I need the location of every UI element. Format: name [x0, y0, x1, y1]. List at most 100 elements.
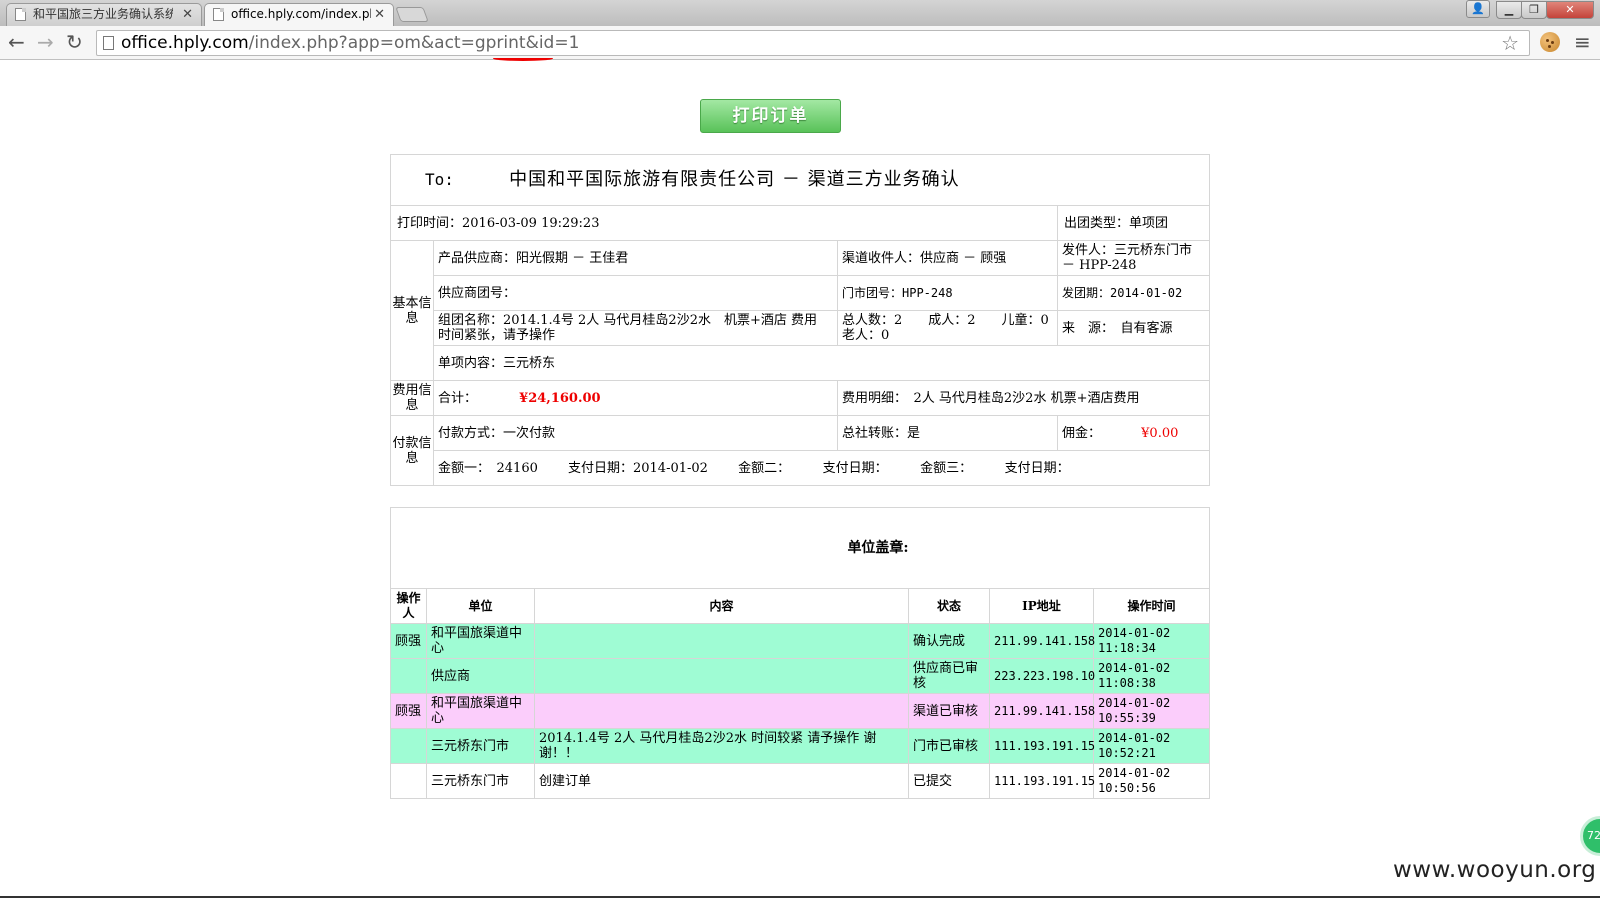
- sender: 发件人：三元桥东门市 － HPP-248: [1057, 240, 1210, 276]
- row-content: 创建订单: [534, 763, 909, 799]
- row-status: 供应商已审核: [908, 658, 990, 694]
- commission-label: 佣金：: [1062, 425, 1102, 441]
- payment-method: 付款方式：一次付款: [433, 415, 838, 451]
- address-bar[interactable]: office.hply.com/index.php?app=om&act=gpr…: [96, 30, 1530, 56]
- title-row: To: 中国和平国际旅游有限责任公司 － 渠道三方业务确认: [390, 154, 1210, 206]
- row-content: [534, 623, 909, 659]
- row-time: 2014-01-02 10:55:39: [1092, 693, 1211, 729]
- supplier-group-no: 供应商团号：: [433, 275, 838, 311]
- header-unit: 单位: [426, 588, 535, 624]
- document-title: 中国和平国际旅游有限责任公司 － 渠道三方业务确认: [509, 168, 960, 190]
- row-ip: 111.193.191.15: [989, 763, 1095, 799]
- fee-detail: 费用明细： 2人 马代月桂岛2沙2水 机票+酒店费用: [837, 380, 1210, 416]
- table-row: 供应商 供应商已审核 223.223.198.10 2014-01-02 11:…: [390, 658, 1211, 694]
- log-header-row: 操作人 单位 内容 状态 IP地址 操作时间: [390, 588, 1211, 624]
- row-operator: 顾强: [390, 623, 427, 659]
- row-operator: [390, 728, 427, 764]
- departure-date: 发团期：2014-01-02: [1057, 275, 1210, 311]
- table-row: 顾强 和平国旅渠道中心 渠道已审核 211.99.141.158 2014-01…: [390, 693, 1211, 729]
- row-status: 渠道已审核: [908, 693, 990, 729]
- header-status: 状态: [908, 588, 990, 624]
- channel-receiver: 渠道收件人：供应商 － 顾强: [837, 240, 1058, 276]
- page-icon: [103, 36, 114, 50]
- row-unit: 三元桥东门市: [426, 728, 535, 764]
- operation-log-table: 单位盖章: 操作人 单位 内容 状态 IP地址 操作时间 顾强 和平国旅渠道中心…: [389, 507, 1211, 799]
- row-time: 2014-01-02 11:08:38: [1092, 658, 1211, 694]
- hq-transfer: 总社转账：是: [837, 415, 1058, 451]
- row-time: 2014-01-02 10:50:56: [1092, 763, 1211, 799]
- user-profile-icon[interactable]: 👤: [1466, 0, 1490, 18]
- customer-source: 来 源： 自有客源: [1057, 310, 1210, 346]
- unit-stamp-label: 单位盖章:: [389, 507, 1211, 589]
- row-ip: 211.99.141.158: [989, 623, 1095, 659]
- payment-amounts: 金额一： 24160 支付日期：2014-01-02 金额二： 支付日期： 金额…: [433, 450, 1210, 486]
- row-operator: [390, 658, 427, 694]
- group-name: 组团名称：2014.1.4号 2人 马代月桂岛2沙2水 机票+酒店 费用 时间紧…: [433, 310, 843, 346]
- row-unit: 三元桥东门市: [426, 763, 535, 799]
- tab-active[interactable]: office.hply.com/index.php ✕: [204, 3, 394, 26]
- tour-type: 出团类型：单项团: [1057, 205, 1210, 241]
- row-operator: 顾强: [390, 693, 427, 729]
- row-status: 确认完成: [908, 623, 990, 659]
- reload-icon[interactable]: ↻: [66, 32, 83, 52]
- tab-title: 和平国旅三方业务确认系统: [33, 7, 173, 21]
- confirmation-table: To: 中国和平国际旅游有限责任公司 － 渠道三方业务确认 打印时间：2016-…: [390, 154, 1210, 486]
- browser-chrome: 和平国旅三方业务确认系统 ✕ office.hply.com/index.php…: [0, 0, 1600, 60]
- print-order-button[interactable]: 打印订单: [700, 99, 841, 133]
- watermark: www.wooyun.org: [1393, 857, 1597, 883]
- side-badge[interactable]: 72: [1580, 816, 1600, 856]
- header-time: 操作时间: [1092, 588, 1211, 624]
- print-time: 打印时间：2016-03-09 19:29:23: [390, 205, 1058, 241]
- supplier: 产品供应商：阳光假期 － 王佳君: [433, 240, 838, 276]
- page-favicon-icon: [15, 8, 26, 21]
- header-content: 内容: [534, 588, 909, 624]
- row-unit: 和平国旅渠道中心: [426, 693, 535, 729]
- row-status: 已提交: [908, 763, 990, 799]
- tab-inactive[interactable]: 和平国旅三方业务确认系统 ✕: [6, 3, 202, 26]
- red-underline-annotation: [493, 56, 553, 61]
- close-window-button[interactable]: ✕: [1546, 1, 1594, 19]
- minimize-button[interactable]: ▁: [1496, 1, 1522, 19]
- row-ip: 111.193.191.15: [989, 728, 1095, 764]
- cookie-extension-icon[interactable]: [1540, 32, 1560, 52]
- new-tab-button[interactable]: [395, 7, 429, 22]
- table-row: 三元桥东门市 2014.1.4号 2人 马代月桂岛2沙2水 时间较紧 请予操作 …: [390, 728, 1211, 764]
- row-ip: 223.223.198.10: [989, 658, 1095, 694]
- bookmark-star-icon[interactable]: ☆: [1501, 31, 1519, 55]
- table-row: 三元桥东门市 创建订单 已提交 111.193.191.15 2014-01-0…: [390, 763, 1211, 799]
- store-group-no: 门市团号：HPP-248: [837, 275, 1058, 311]
- row-status: 门市已审核: [908, 728, 990, 764]
- basic-info-label: 基本信息: [390, 240, 434, 381]
- payment-info-label: 付款信息: [390, 415, 434, 486]
- fee-info-label: 费用信息: [390, 380, 434, 416]
- url-host: office.hply.com: [121, 33, 249, 53]
- close-tab-icon[interactable]: ✕: [182, 4, 193, 25]
- close-tab-icon[interactable]: ✕: [374, 4, 385, 25]
- page-favicon-icon: [213, 8, 224, 21]
- maximize-button[interactable]: ❐: [1521, 1, 1547, 19]
- row-time: 2014-01-02 11:18:34: [1092, 623, 1211, 659]
- tab-strip: 和平国旅三方业务确认系统 ✕ office.hply.com/index.php…: [0, 0, 1600, 26]
- total-label: 合计：: [438, 390, 478, 406]
- browser-toolbar: ← → ↻ office.hply.com/index.php?app=om&a…: [0, 26, 1600, 60]
- row-operator: [390, 763, 427, 799]
- header-ip: IP地址: [989, 588, 1094, 624]
- row-unit: 供应商: [426, 658, 535, 694]
- single-content: 单项内容：三元桥东: [433, 345, 1210, 381]
- commission-value: ¥0.00: [1141, 425, 1179, 441]
- menu-icon[interactable]: ≡: [1574, 30, 1591, 54]
- row-content: [534, 693, 909, 729]
- row-content: 2014.1.4号 2人 马代月桂岛2沙2水 时间较紧 请予操作 谢谢！！: [534, 728, 909, 764]
- row-time: 2014-01-02 10:52:21: [1092, 728, 1211, 764]
- back-arrow-icon[interactable]: ←: [8, 32, 25, 52]
- url-path: /index.php?app=om&act=gprint&id=1: [248, 33, 580, 53]
- to-label: To:: [425, 169, 454, 189]
- row-unit: 和平国旅渠道中心: [426, 623, 535, 659]
- forward-arrow-icon[interactable]: →: [37, 32, 54, 52]
- bottom-divider: [0, 896, 1600, 898]
- tab-title: office.hply.com/index.php: [231, 7, 371, 21]
- table-row: 顾强 和平国旅渠道中心 确认完成 211.99.141.158 2014-01-…: [390, 623, 1211, 659]
- total-value: ¥24,160.00: [519, 390, 601, 406]
- headcount: 总人数：2 成人：2 儿童：0 老人：0: [837, 310, 1075, 346]
- row-ip: 211.99.141.158: [989, 693, 1095, 729]
